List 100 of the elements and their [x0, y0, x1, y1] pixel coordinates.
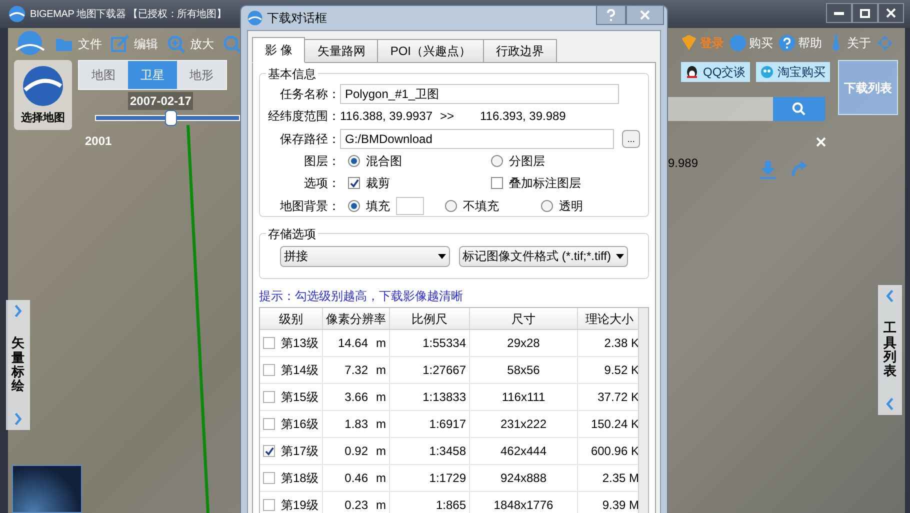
resolution-value: 7.32 — [344, 362, 368, 379]
toolbar-button[interactable]: 帮助 — [778, 32, 822, 54]
scale-cell: 1:865 — [390, 492, 470, 513]
checkbox[interactable] — [263, 337, 275, 349]
task-name-field[interactable]: Polygon_#1_卫图 — [340, 84, 619, 104]
dialog-tab[interactable]: 矢量路网 — [304, 39, 378, 63]
globe-icon — [21, 64, 65, 108]
range-arrow: >> — [440, 108, 456, 126]
column-header[interactable]: 级别 — [260, 308, 323, 329]
scrollbar[interactable] — [638, 308, 648, 513]
window-title: BIGEMAP 地图下载器 【已授权：所有地图】 — [30, 8, 226, 22]
chevron-icon[interactable] — [13, 304, 23, 318]
level-label: 第16级 — [281, 416, 318, 433]
checkbox-label: 叠加标注图层 — [509, 175, 581, 192]
radio-label: 填充 — [366, 198, 390, 215]
close-button[interactable] — [626, 5, 664, 25]
search-field[interactable] — [668, 97, 773, 121]
app-logo-icon — [247, 10, 263, 26]
radio-button[interactable] — [348, 155, 360, 168]
unit-label: m — [376, 443, 386, 460]
chat-button[interactable]: QQ交谈 — [681, 62, 750, 82]
column-header[interactable]: 尺寸 — [470, 308, 578, 329]
checkbox[interactable] — [263, 445, 275, 457]
radio-button[interactable] — [491, 155, 503, 168]
checkbox[interactable] — [263, 472, 275, 484]
search-icon[interactable] — [222, 34, 242, 54]
map-type-tab[interactable]: 地图 — [79, 61, 128, 89]
close-icon[interactable] — [816, 137, 826, 147]
browse-button[interactable]: ... — [622, 130, 640, 148]
search-button[interactable] — [773, 97, 825, 121]
chevron-icon[interactable] — [13, 412, 23, 426]
radio-label: 混合图 — [366, 153, 402, 170]
help-icon — [606, 9, 616, 21]
column-header[interactable]: 比例尺 — [390, 308, 470, 329]
mode-dropdown[interactable]: 拼接 — [280, 246, 450, 266]
file-size-cell-text: 37.72 K — [596, 389, 640, 406]
format-dropdown[interactable]: 标记图像文件格式 (*.tif;*.tiff) — [458, 246, 628, 266]
radio-label: 透明 — [559, 198, 583, 215]
globe-thumbnail-placeholder[interactable] — [12, 465, 82, 513]
search-icon — [792, 102, 806, 116]
penguin-icon — [685, 65, 699, 79]
minimize-icon — [834, 12, 844, 14]
radio-label: 分图层 — [509, 153, 545, 170]
checkbox-label: 裁剪 — [366, 175, 390, 192]
hint-text: 提示：勾选级别越高，下载影像越清晰 — [259, 288, 464, 305]
checkbox[interactable] — [263, 499, 275, 511]
panel-label[interactable]: 矢量标绘 — [12, 336, 24, 394]
help-button[interactable] — [596, 5, 626, 25]
dialog-tab[interactable]: 行政边界 — [483, 39, 558, 63]
checkbox[interactable] — [491, 177, 503, 190]
map-type-tab[interactable]: 地形 — [177, 61, 226, 89]
close-icon — [886, 8, 896, 18]
checkbox[interactable] — [263, 391, 275, 403]
caret-icon — [616, 254, 624, 258]
close-button[interactable] — [878, 3, 904, 23]
range-start: 116.388, 39.9937 — [340, 108, 434, 126]
unit-label: m — [376, 470, 386, 487]
checkbox[interactable] — [348, 177, 360, 190]
level-label: 第19级 — [281, 497, 318, 513]
file-size-cell-text: 600.96 K — [590, 443, 640, 460]
radio-button[interactable] — [348, 200, 360, 212]
scale-cell: 1:6917 — [390, 411, 470, 437]
maximize-button[interactable] — [852, 3, 878, 23]
radio-button[interactable] — [445, 200, 457, 212]
resolution-value: 3.66 — [344, 389, 368, 406]
unit-label: m — [376, 497, 386, 513]
toolbar-button[interactable]: 关于 — [827, 32, 871, 54]
level-label: 第13级 — [281, 335, 318, 352]
radio-button[interactable] — [541, 200, 553, 212]
smiley-icon — [760, 65, 774, 79]
map-selector-button[interactable]: 选择地图 — [14, 60, 72, 130]
size-cell: 1848x1776 — [470, 492, 578, 513]
color-swatch[interactable] — [396, 196, 424, 215]
save-path-field[interactable]: G:/BMDownload — [340, 128, 614, 149]
file-size-cell-text: 9.39 M — [601, 497, 640, 513]
chevron-icon[interactable] — [885, 289, 895, 303]
chat-button[interactable]: 淘宝购买 — [756, 62, 830, 82]
size-cell: 116x111 — [470, 384, 578, 410]
scale-cell: 1:13833 — [390, 384, 470, 410]
checkbox[interactable] — [263, 418, 275, 430]
toolbar-button[interactable]: 购买 — [729, 32, 773, 54]
minimize-button[interactable] — [826, 3, 852, 23]
coordinate-label: 9.989 — [668, 155, 698, 172]
panel-label[interactable]: 工具列表 — [884, 321, 896, 379]
check-icon — [350, 178, 358, 188]
chevron-icon[interactable] — [885, 397, 895, 411]
field-label: 地图背景： — [279, 198, 340, 215]
group-title: 基本信息 — [266, 65, 318, 83]
app-logo-icon[interactable] — [14, 30, 46, 58]
resolution-value: 14.64 — [338, 335, 368, 352]
dialog-tab[interactable]: POI（兴趣点） — [377, 39, 484, 63]
dialog-tab[interactable]: 影 像 — [252, 37, 306, 63]
caret-icon — [438, 254, 446, 258]
size-cell: 462x444 — [470, 438, 578, 464]
file-size-cell-text: 2.35 M — [601, 470, 640, 487]
size-cell: 29x28 — [470, 330, 578, 356]
dialog-title: 下载对话框 — [267, 10, 327, 27]
column-header[interactable]: 像素分辨率 — [323, 308, 390, 329]
timeline-thumb[interactable] — [165, 110, 178, 126]
checkbox[interactable] — [263, 364, 275, 376]
